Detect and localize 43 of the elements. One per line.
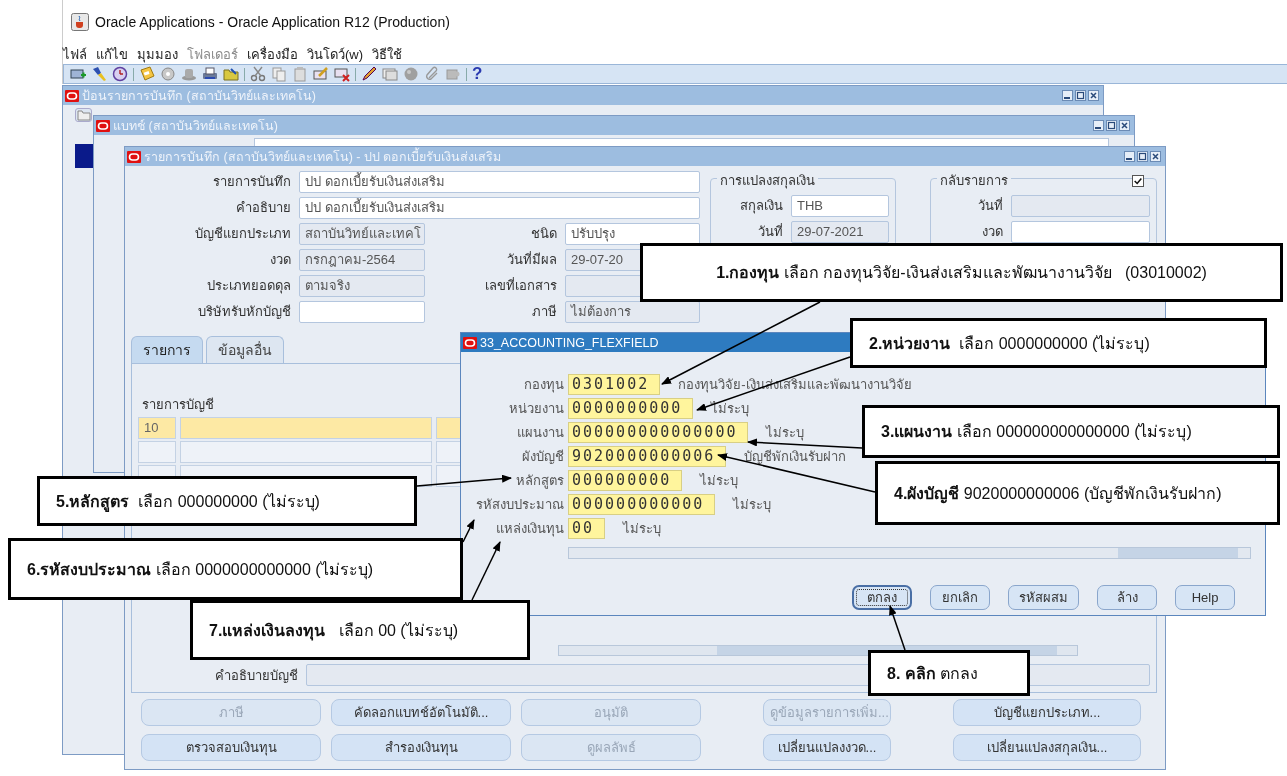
callout-tooltip: 6.รหัสงบประมาณ เลือก 0000000000000 (ไม่ระบุ) [8, 538, 463, 600]
field-label: บัญชีแยกประเภท [194, 225, 291, 243]
window-title: แบทช์ (สถาบันวิทย์และเทคโน) [113, 118, 278, 133]
field-label: ประเภทยอดดุล [206, 277, 291, 296]
field-label: แผนงาน [517, 425, 564, 440]
field-label: ภาษี [531, 303, 557, 321]
segment-description: บัญชีพักเงินรับฝาก [744, 448, 847, 466]
field-label: หน่วยงาน [509, 401, 564, 416]
table-cell: 10 [138, 417, 176, 439]
field-label: งวด [980, 223, 1003, 241]
field-label: เลขที่เอกสาร [484, 276, 557, 295]
segment-description: ไม่ระบุ [733, 496, 772, 515]
callout-tooltip: 7.แหล่งเงินลงทุน เลือก 00 (ไม่ระบุ) [190, 600, 530, 660]
field-label: สกุลเงิน [739, 197, 783, 216]
field-label: รายการบันทึก [212, 173, 291, 191]
field-label: กองทุน [524, 377, 564, 392]
column-heading: รายการบัญชี [142, 396, 214, 414]
field-label: ผังบัญชี [522, 449, 564, 464]
field-label: บริษัทรับหักบัญชี [197, 303, 291, 321]
field-label: รหัสงบประมาณ [476, 497, 564, 512]
segment-description: ไม่ระบุ [700, 472, 739, 491]
field-label: ชนิด [530, 225, 557, 243]
callout-tooltip: 1.กองทุน เลือก กองทุนวิจัย-เงินส่งเสริมและพัฒนางานวิจัย (03010002) [640, 243, 1283, 302]
field-label: หลักสูตร [516, 473, 564, 488]
window-title: รายการบันทึก (สถาบันวิทย์และเทคโน) - ปป ดอกเบี้ยรับเงินส่งเสริม [144, 149, 502, 164]
field-label: วันที่มีผล [506, 250, 557, 269]
window-title: ป้อนรายการบันทึก (สถาบันวิทย์และเทคโน) [82, 88, 316, 103]
field-label: วันที่ [976, 196, 1003, 215]
field-label: แหล่งเงินทุน [496, 521, 564, 536]
callout-tooltip: 8. คลิก ตกลง [868, 650, 1030, 696]
callout-tooltip: 3.แผนงาน เลือก 000000000000000 (ไม่ระบุ) [862, 405, 1280, 458]
segment-description: ไม่ระบุ [623, 520, 662, 539]
callout-tooltip: 2.หน่วยงาน เลือก 0000000000 (ไม่ระบุ) [850, 318, 1267, 368]
field-label: คำอธิบาย [235, 199, 291, 217]
dialog-title: 33_ACCOUNTING_FLEXFIELD [480, 335, 659, 350]
segment-description: ไม่ระบุ [711, 400, 750, 419]
window-title: Oracle Applications - Oracle Application R12 (Production) [95, 14, 450, 30]
segment-description: ไม่ระบุ [766, 424, 805, 443]
field-label: คำอธิบายบัญชี [214, 666, 298, 685]
field-label: งวด [269, 251, 291, 269]
callout-tooltip: 4.ผังบัญชี 9020000000006 (บัญชีพักเงินรับฝาก) [875, 461, 1280, 525]
field-label: วันที่ [757, 222, 783, 241]
callout-tooltip: 5.หลักสูตร เลือก 000000000 (ไม่ระบุ) [37, 476, 417, 526]
